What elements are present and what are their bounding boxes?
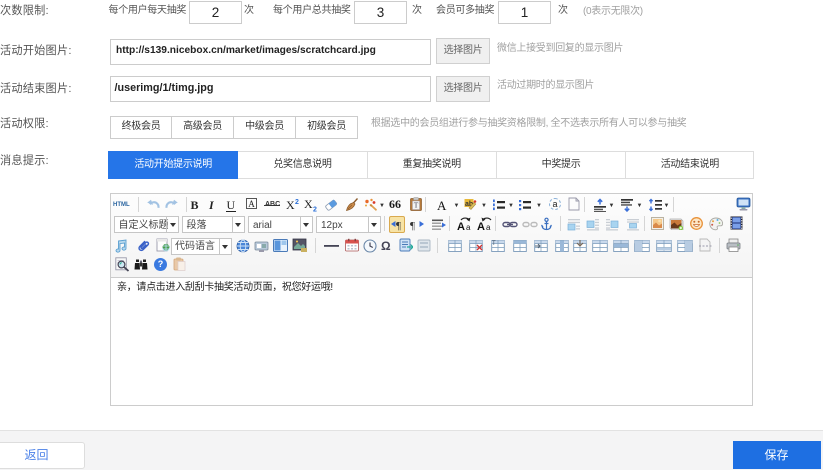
svg-text:¶: ¶ [410,220,415,231]
svg-text:¶: ¶ [396,220,401,231]
svg-text:T: T [414,201,419,210]
svg-text:X: X [304,197,313,211]
svg-text:2: 2 [295,199,299,206]
svg-text:a: a [486,223,491,231]
svg-text:X: X [286,198,295,211]
svg-text:A: A [477,221,485,231]
svg-text:T: T [492,241,496,247]
svg-text:2: 2 [313,207,317,213]
svg-text:a: a [466,223,471,231]
svg-text:A: A [457,221,465,231]
